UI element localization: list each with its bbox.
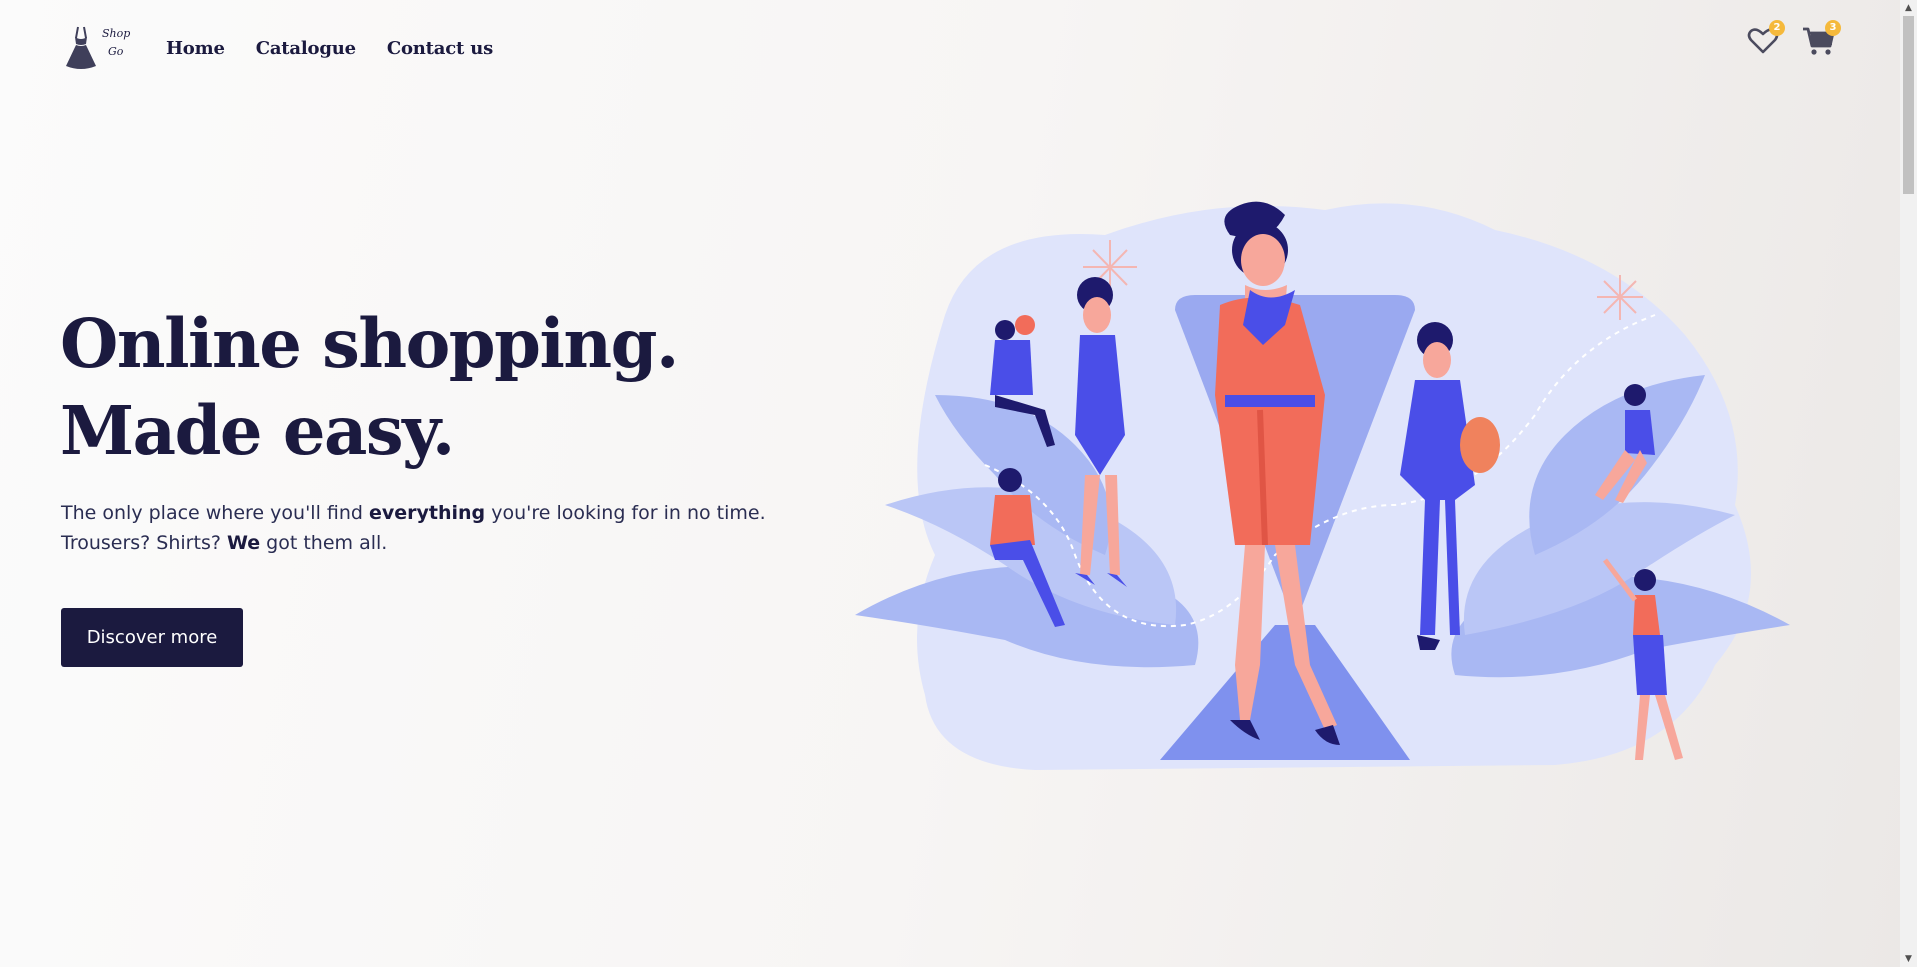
hero-desc-part-2: you're looking for in no time.: [485, 502, 766, 524]
top-navigation: Shop Go Home Catalogue Contact us: [62, 18, 493, 78]
nav-contact-us[interactable]: Contact us: [387, 38, 493, 59]
header-actions: 2 3: [1745, 20, 1841, 58]
hero-description: The only place where you'll find everyth…: [61, 498, 801, 558]
wishlist-button[interactable]: 2: [1745, 20, 1785, 58]
hero-title-line-1: Online shopping.: [60, 304, 679, 383]
vertical-scrollbar[interactable]: ▲ ▼: [1900, 0, 1917, 967]
fashion-runway-illustration: [855, 201, 1790, 771]
hero-desc-bold-everything: everything: [369, 502, 486, 524]
logo-text: Shop Go: [102, 25, 130, 61]
logo-word-go: Go: [108, 45, 124, 58]
hero-desc-part-3: Trousers? Shirts?: [61, 532, 227, 554]
scroll-down-arrow-icon[interactable]: ▼: [1900, 951, 1917, 967]
logo-word-shop: Shop: [102, 27, 131, 40]
hero-desc-part-1: The only place where you'll find: [61, 502, 369, 524]
scrollbar-thumb[interactable]: [1903, 16, 1914, 194]
cart-button[interactable]: 3: [1801, 20, 1841, 58]
wishlist-count-badge: 2: [1769, 20, 1785, 36]
main-menu: Home Catalogue Contact us: [166, 38, 493, 59]
dress-logo-icon: [66, 26, 96, 69]
hero-desc-part-4: got them all.: [260, 532, 388, 554]
discover-more-button[interactable]: Discover more: [61, 608, 243, 667]
hero-title-line-2: Made easy.: [60, 391, 455, 470]
scroll-up-arrow-icon[interactable]: ▲: [1900, 0, 1917, 16]
nav-home[interactable]: Home: [166, 38, 225, 59]
logo-link[interactable]: Shop Go: [62, 21, 134, 75]
nav-catalogue[interactable]: Catalogue: [256, 38, 356, 59]
hero-desc-bold-we: We: [226, 532, 261, 554]
hero-title: Online shopping. Made easy.: [60, 300, 679, 474]
cart-count-badge: 3: [1825, 20, 1841, 36]
